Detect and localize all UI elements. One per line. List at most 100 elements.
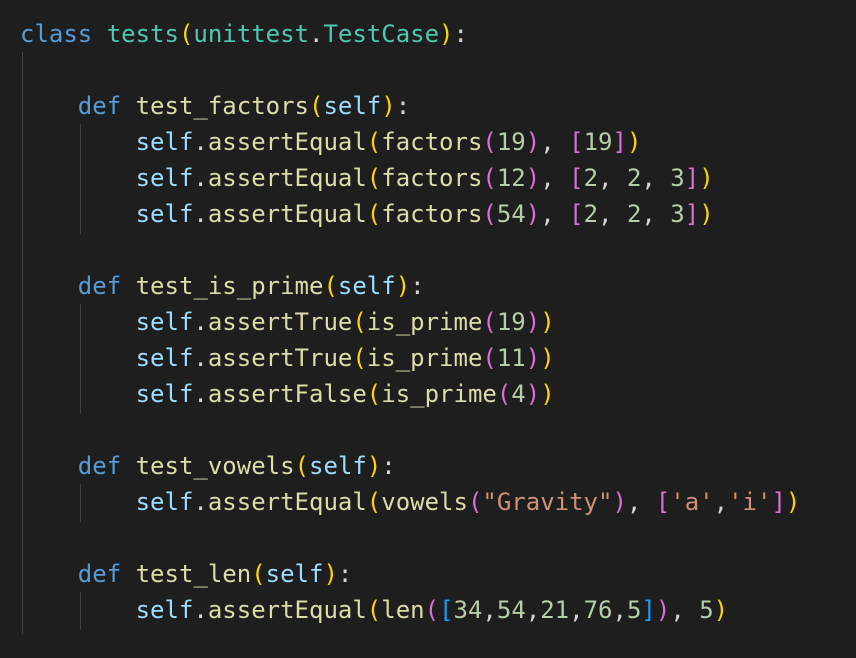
code-token: ( xyxy=(366,128,382,156)
code-token: is_prime xyxy=(366,308,483,336)
code-token: ( xyxy=(467,488,483,516)
code-line: self.assertEqual(factors(54), [2, 2, 3]) xyxy=(20,196,714,232)
code-token: : xyxy=(337,560,353,588)
code-token: ( xyxy=(482,344,497,372)
code-line: self.assertTrue(is_prime(19)) xyxy=(20,304,555,340)
code-token: ( xyxy=(482,164,497,192)
code-token: ) xyxy=(540,380,555,408)
code-token: ) xyxy=(525,308,541,336)
code-line: self.assertFalse(is_prime(4)) xyxy=(20,376,555,412)
code-token: ) xyxy=(699,200,714,228)
code-token: 76 xyxy=(583,596,613,624)
code-token: 2 xyxy=(626,164,642,192)
code-token: , xyxy=(540,164,570,192)
code-token: ) xyxy=(525,200,541,228)
code-token: 54 xyxy=(496,596,526,624)
code-token: . xyxy=(309,20,324,48)
code-line: def test_factors(self): xyxy=(20,88,410,124)
code-token: "Gravity" xyxy=(482,488,613,516)
code-token: ( xyxy=(366,488,382,516)
code-token: 2 xyxy=(583,164,599,192)
code-token: ) xyxy=(699,164,714,192)
code-token: ] xyxy=(684,200,700,228)
code-token: 'i' xyxy=(728,488,772,516)
code-token: ( xyxy=(366,596,382,624)
code-token: , xyxy=(598,164,627,192)
code-token: self xyxy=(135,344,194,372)
code-token: ] xyxy=(771,488,786,516)
code-token: ( xyxy=(178,20,194,48)
code-token: assertEqual xyxy=(207,488,367,516)
code-token: self xyxy=(309,452,367,480)
code-token: ) xyxy=(366,452,382,480)
code-token: , xyxy=(713,488,729,516)
code-line: class tests(unittest.TestCase): xyxy=(20,16,468,52)
code-token: is_prime xyxy=(366,344,483,372)
code-token: [ xyxy=(439,596,454,624)
code-token: is_prime xyxy=(381,380,497,408)
code-token: ( xyxy=(251,560,266,588)
code-token: 11 xyxy=(496,344,526,372)
code-line: def test_vowels(self): xyxy=(20,448,396,484)
code-token: ) xyxy=(540,308,555,336)
code-token: tests xyxy=(106,20,179,48)
code-editor[interactable]: class tests(unittest.TestCase): def test… xyxy=(0,0,856,658)
code-token: 54 xyxy=(496,200,526,228)
code-token: , xyxy=(670,596,700,624)
code-token: factors xyxy=(381,128,483,156)
code-line: def test_is_prime(self): xyxy=(20,268,425,304)
code-token: TestCase xyxy=(323,20,440,48)
code-token: ( xyxy=(482,200,497,228)
code-token: unittest xyxy=(193,20,309,48)
code-token: assertEqual xyxy=(207,596,367,624)
code-token: ( xyxy=(482,128,497,156)
code-token: def xyxy=(77,92,122,120)
code-token: ) xyxy=(525,344,541,372)
code-line: self.assertEqual(vowels("Gravity"), ['a'… xyxy=(20,484,801,520)
code-token: 19 xyxy=(496,308,526,336)
code-token: ( xyxy=(352,344,367,372)
code-token: test_factors xyxy=(135,92,309,120)
code-token: ( xyxy=(352,308,367,336)
code-token: self xyxy=(135,164,194,192)
code-token: ) xyxy=(540,344,555,372)
code-token: self xyxy=(135,488,194,516)
code-token: len xyxy=(381,596,425,624)
code-line: self.assertTrue(is_prime(11)) xyxy=(20,340,555,376)
code-token: , xyxy=(540,200,570,228)
code-token: . xyxy=(193,200,208,228)
code-token: . xyxy=(193,344,208,372)
code-token: 2 xyxy=(583,200,599,228)
code-token: def xyxy=(77,452,122,480)
code-token: self xyxy=(323,92,382,120)
code-token: ) xyxy=(655,596,671,624)
code-token: self xyxy=(265,560,324,588)
code-token: class xyxy=(20,20,93,48)
code-token: ( xyxy=(424,596,440,624)
code-token: , xyxy=(569,596,584,624)
code-token: ( xyxy=(366,200,382,228)
code-token: ) xyxy=(395,272,411,300)
code-token: . xyxy=(193,596,208,624)
code-line: self.assertEqual(factors(12), [2, 2, 3]) xyxy=(20,160,714,196)
code-token: self xyxy=(135,308,194,336)
code-token: ) xyxy=(381,92,396,120)
code-token: , xyxy=(612,596,627,624)
code-line: self.assertEqual(factors(19), [19]) xyxy=(20,124,642,160)
code-token: ) xyxy=(713,596,729,624)
code-token: ] xyxy=(641,596,656,624)
code-token: vowels xyxy=(381,488,468,516)
code-token: 34 xyxy=(453,596,483,624)
code-token: ( xyxy=(323,272,338,300)
code-token: : xyxy=(453,20,468,48)
